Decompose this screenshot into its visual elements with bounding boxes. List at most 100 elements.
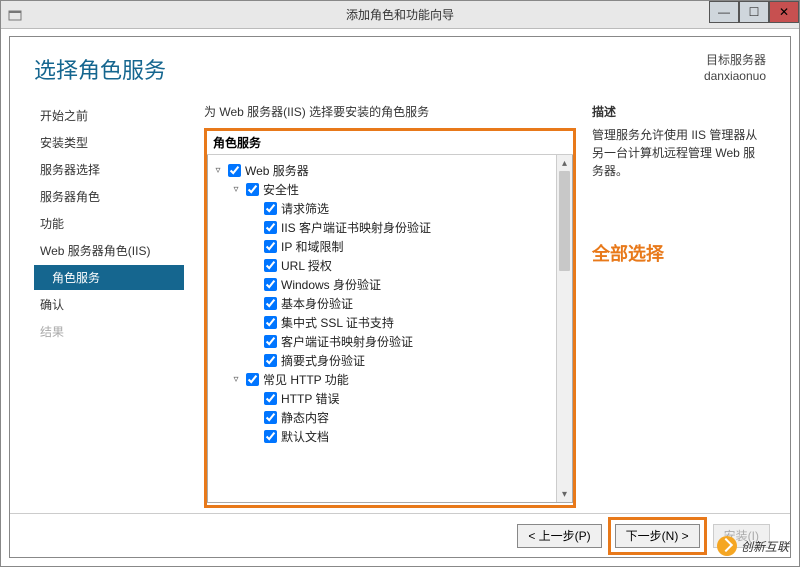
- tree-checkbox[interactable]: [246, 373, 259, 386]
- expand-icon[interactable]: ▿: [212, 165, 224, 177]
- tree-label: 客户端证书映射身份验证: [281, 333, 413, 350]
- tree-row[interactable]: Windows 身份验证: [212, 275, 568, 294]
- expand-icon: [248, 279, 260, 291]
- tree-checkbox[interactable]: [246, 183, 259, 196]
- expand-icon: [248, 241, 260, 253]
- tree-label: 常见 HTTP 功能: [263, 371, 349, 388]
- tree-label: HTTP 错误: [281, 390, 339, 407]
- tree-label: IIS 客户端证书映射身份验证: [281, 219, 431, 236]
- nav-item[interactable]: 角色服务: [34, 265, 184, 290]
- footer-buttons: < 上一步(P) 下一步(N) > 安装(I): [10, 513, 790, 557]
- watermark-icon: [717, 536, 737, 556]
- nav-item[interactable]: Web 服务器角色(IIS): [34, 238, 184, 263]
- expand-icon[interactable]: ▿: [230, 184, 242, 196]
- scroll-down-button[interactable]: ▾: [557, 486, 572, 502]
- tree-label: 摘要式身份验证: [281, 352, 365, 369]
- next-button[interactable]: 下一步(N) >: [615, 524, 700, 548]
- nav-item[interactable]: 安装类型: [34, 130, 184, 155]
- expand-icon: [248, 222, 260, 234]
- expand-icon: [248, 431, 260, 443]
- expand-icon: [248, 260, 260, 272]
- destination-info: 目标服务器 danxiaonuo: [704, 53, 766, 85]
- expand-icon: [248, 393, 260, 405]
- nav-item[interactable]: 功能: [34, 211, 184, 236]
- tree-checkbox[interactable]: [264, 392, 277, 405]
- tree-row[interactable]: 基本身份验证: [212, 294, 568, 313]
- tree-label: 请求筛选: [281, 200, 329, 217]
- tree-checkbox[interactable]: [264, 278, 277, 291]
- tree-checkbox[interactable]: [264, 335, 277, 348]
- expand-icon: [248, 412, 260, 424]
- app-icon: [7, 7, 23, 23]
- nav-item[interactable]: 服务器选择: [34, 157, 184, 182]
- tree-checkbox[interactable]: [264, 411, 277, 424]
- main-columns: 开始之前安装类型服务器选择服务器角色功能Web 服务器角色(IIS)角色服务确认…: [10, 93, 790, 508]
- window-controls: — ☐ ✕: [709, 1, 799, 23]
- tree-label: URL 授权: [281, 257, 332, 274]
- step-nav: 开始之前安装类型服务器选择服务器角色功能Web 服务器角色(IIS)角色服务确认…: [34, 93, 184, 508]
- tree-label: 基本身份验证: [281, 295, 353, 312]
- wizard-body: 选择角色服务 目标服务器 danxiaonuo 开始之前安装类型服务器选择服务器…: [9, 36, 791, 558]
- scroll-thumb[interactable]: [559, 171, 570, 271]
- tree-checkbox[interactable]: [264, 316, 277, 329]
- tree-checkbox[interactable]: [264, 354, 277, 367]
- scrollbar[interactable]: ▴ ▾: [556, 155, 572, 502]
- tree-checkbox[interactable]: [264, 297, 277, 310]
- tree-row[interactable]: ▿ Web 服务器: [212, 161, 568, 180]
- nav-item: 结果: [34, 319, 184, 344]
- destination-label: 目标服务器: [704, 53, 766, 69]
- watermark-text: 创新互联: [741, 538, 789, 555]
- header-row: 选择角色服务 目标服务器 danxiaonuo: [10, 37, 790, 93]
- window-title: 添加角色和功能向导: [346, 6, 454, 23]
- previous-button[interactable]: < 上一步(P): [517, 524, 601, 548]
- description-text: 管理服务允许使用 IIS 管理器从另一台计算机远程管理 Web 服务器。: [592, 126, 766, 180]
- nav-item[interactable]: 开始之前: [34, 103, 184, 128]
- tree-row[interactable]: 请求筛选: [212, 199, 568, 218]
- panel-title: 角色服务: [207, 131, 573, 155]
- role-tree: ▿Web 服务器▿安全性请求筛选IIS 客户端证书映射身份验证IP 和域限制UR…: [208, 155, 572, 452]
- tree-row[interactable]: 默认文档: [212, 427, 568, 446]
- role-services-panel: 角色服务 ▿Web 服务器▿安全性请求筛选IIS 客户端证书映射身份验证IP 和…: [204, 128, 576, 508]
- tree-row[interactable]: 摘要式身份验证: [212, 351, 568, 370]
- close-button[interactable]: ✕: [769, 1, 799, 23]
- select-all-annotation: 全部选择: [592, 240, 766, 266]
- minimize-button[interactable]: —: [709, 1, 739, 23]
- content-column: 为 Web 服务器(IIS) 选择要安装的角色服务 角色服务 ▿Web 服务器▿…: [184, 93, 576, 508]
- tree-checkbox[interactable]: [264, 202, 277, 215]
- expand-icon[interactable]: ▿: [230, 374, 242, 386]
- tree-checkbox[interactable]: [264, 259, 277, 272]
- tree-row[interactable]: ▿ 常见 HTTP 功能: [212, 370, 568, 389]
- tree-row[interactable]: ▿ 安全性: [212, 180, 568, 199]
- destination-value: danxiaonuo: [704, 69, 766, 85]
- tree-label: Web 服务器: [245, 162, 309, 179]
- tree-label: 默认文档: [281, 428, 329, 445]
- tree-row[interactable]: IIS 客户端证书映射身份验证: [212, 218, 568, 237]
- tree-row[interactable]: 静态内容: [212, 408, 568, 427]
- tree-label: Windows 身份验证: [281, 276, 381, 293]
- tree-container: ▿Web 服务器▿安全性请求筛选IIS 客户端证书映射身份验证IP 和域限制UR…: [207, 155, 573, 503]
- expand-icon: [248, 298, 260, 310]
- wizard-window: 添加角色和功能向导 — ☐ ✕ 选择角色服务 目标服务器 danxiaonuo …: [0, 0, 800, 567]
- tree-checkbox[interactable]: [264, 221, 277, 234]
- tree-checkbox[interactable]: [264, 240, 277, 253]
- tree-label: IP 和域限制: [281, 238, 343, 255]
- nav-item[interactable]: 确认: [34, 292, 184, 317]
- description-title: 描述: [592, 103, 766, 120]
- tree-checkbox[interactable]: [228, 164, 241, 177]
- expand-icon: [248, 355, 260, 367]
- titlebar: 添加角色和功能向导 — ☐ ✕: [1, 1, 799, 29]
- tree-row[interactable]: 客户端证书映射身份验证: [212, 332, 568, 351]
- expand-icon: [248, 317, 260, 329]
- tree-row[interactable]: HTTP 错误: [212, 389, 568, 408]
- tree-row[interactable]: 集中式 SSL 证书支持: [212, 313, 568, 332]
- nav-item[interactable]: 服务器角色: [34, 184, 184, 209]
- instruction-text: 为 Web 服务器(IIS) 选择要安装的角色服务: [204, 103, 576, 120]
- maximize-button[interactable]: ☐: [739, 1, 769, 23]
- tree-checkbox[interactable]: [264, 430, 277, 443]
- tree-row[interactable]: IP 和域限制: [212, 237, 568, 256]
- tree-row[interactable]: URL 授权: [212, 256, 568, 275]
- expand-icon: [248, 203, 260, 215]
- scroll-up-button[interactable]: ▴: [557, 155, 572, 171]
- tree-label: 安全性: [263, 181, 299, 198]
- tree-label: 集中式 SSL 证书支持: [281, 314, 394, 331]
